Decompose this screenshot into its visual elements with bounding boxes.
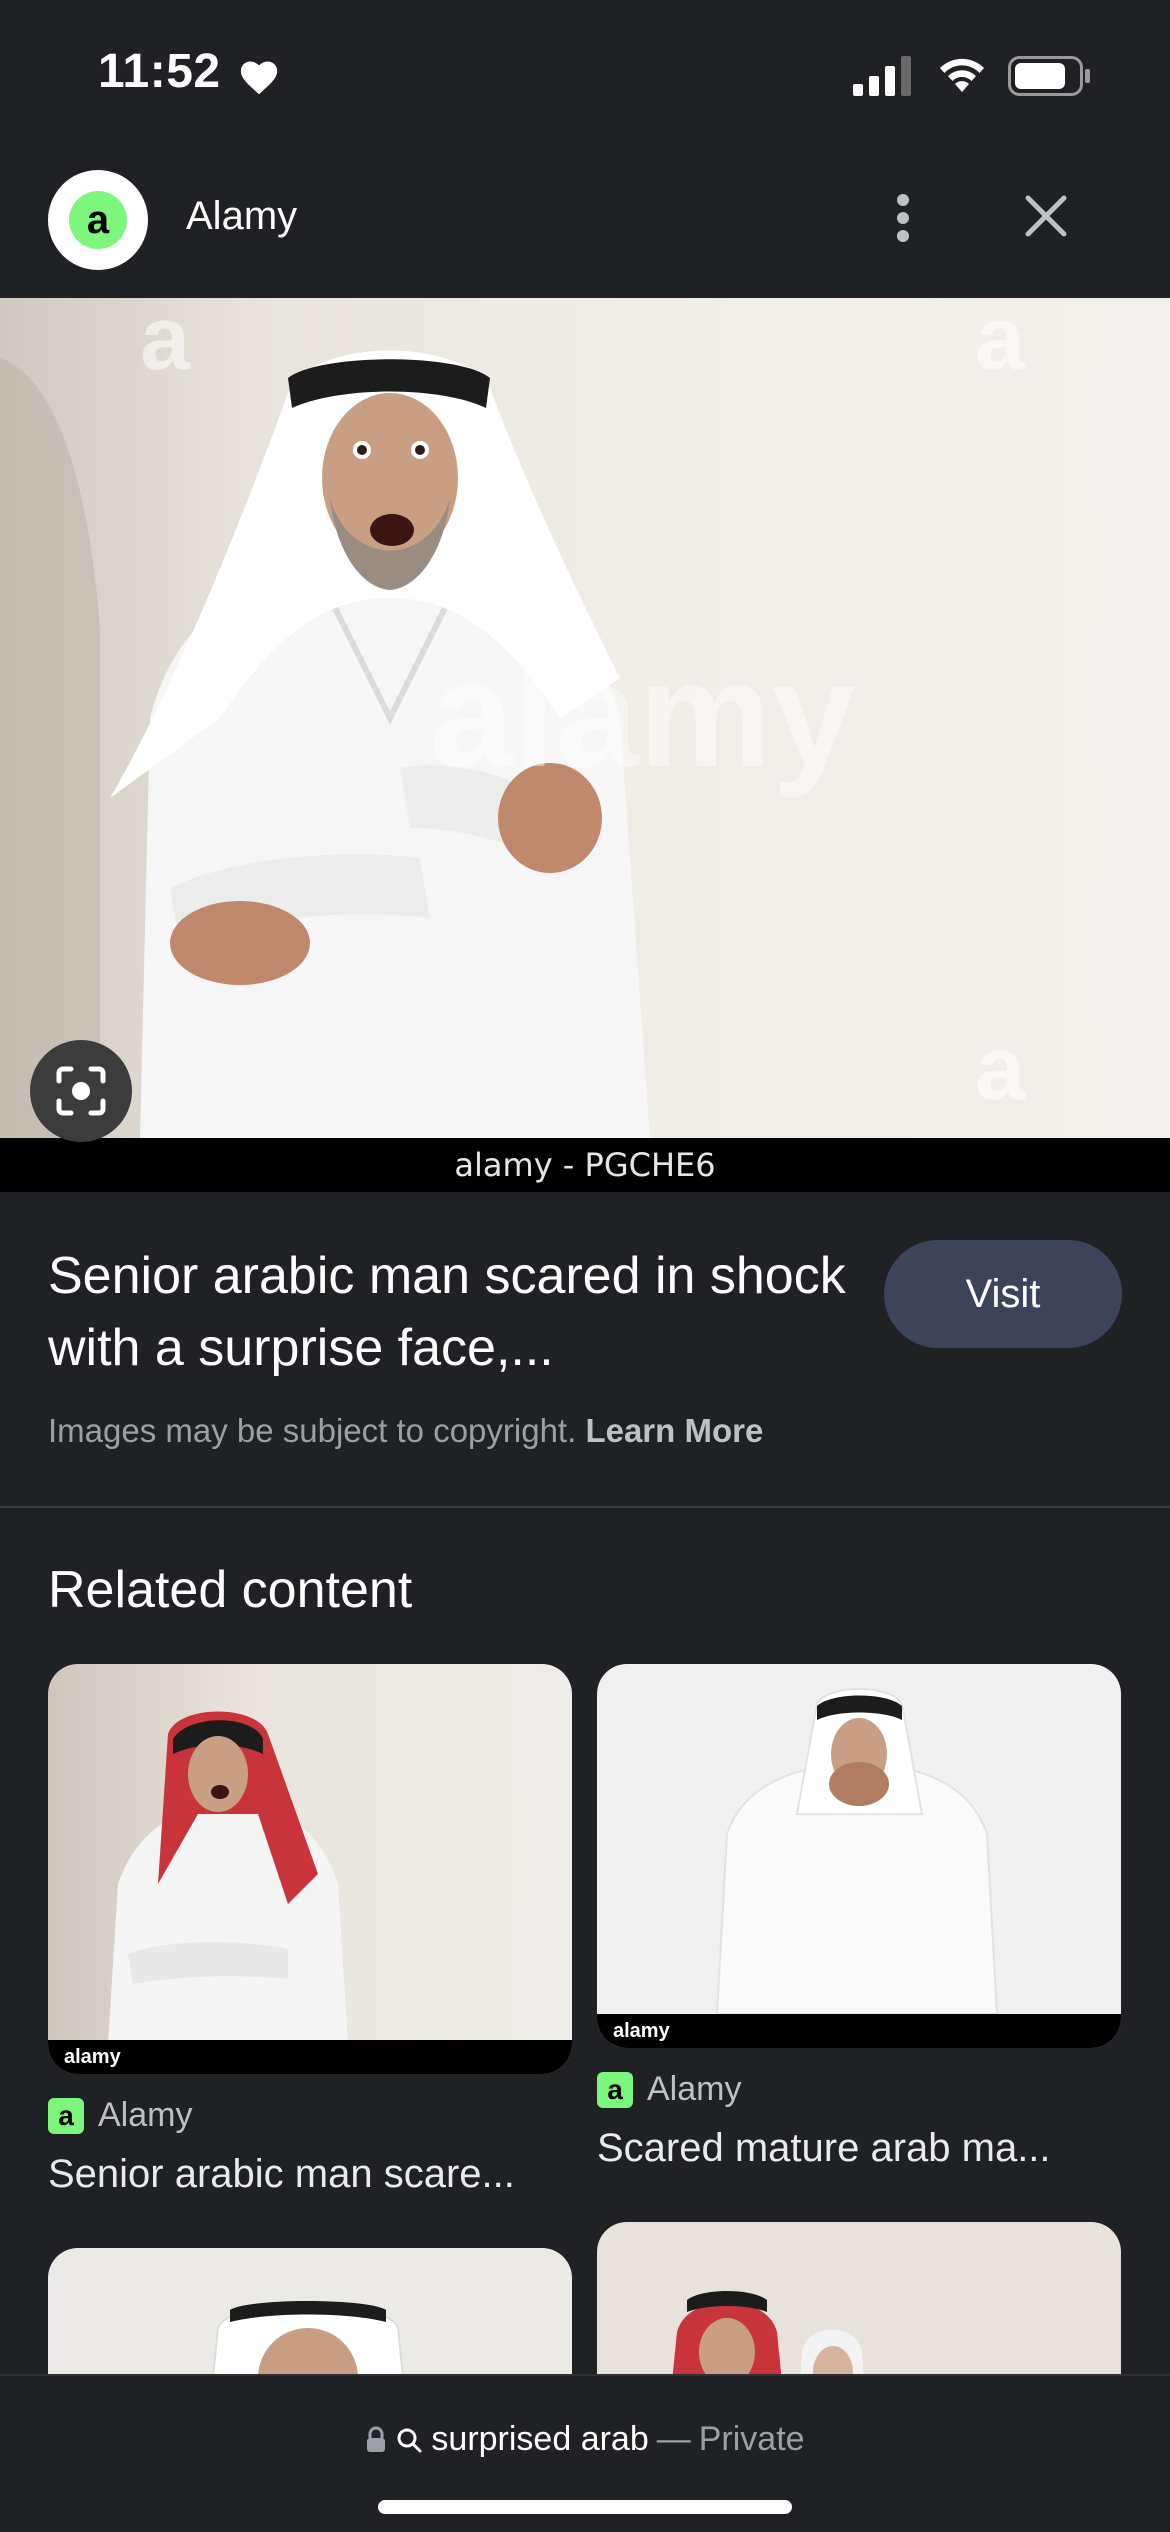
home-indicator[interactable] xyxy=(378,2500,792,2514)
close-icon[interactable] xyxy=(1018,188,1074,244)
related-title-2[interactable]: Scared mature arab ma... xyxy=(597,2126,1121,2171)
visit-button[interactable]: Visit xyxy=(884,1240,1122,1348)
related-photo-2 xyxy=(715,1688,999,2015)
copyright-text: Images may be subject to copyright. xyxy=(48,1412,577,1449)
status-bar: 11:52 xyxy=(0,0,1170,160)
heart-icon xyxy=(240,61,278,95)
divider xyxy=(0,1506,1170,1508)
site-name[interactable]: Alamy xyxy=(186,194,297,239)
alamy-icon: a xyxy=(48,2097,84,2134)
related-source-name: Alamy xyxy=(98,2096,193,2134)
related-source-1: a Alamy xyxy=(48,2096,192,2135)
alamy-strip: alamy xyxy=(48,2040,572,2074)
image-caption: alamy - PGCHE6 xyxy=(0,1138,1170,1192)
alamy-strip: alamy xyxy=(597,2014,1121,2048)
related-image-2[interactable]: alamy xyxy=(597,1664,1121,2048)
related-content-heading: Related content xyxy=(48,1561,413,1619)
separator: — xyxy=(656,2420,691,2458)
related-source-name: Alamy xyxy=(647,2070,742,2108)
signal-icon xyxy=(853,56,911,96)
bottom-address-bar[interactable]: surprised arab — Private xyxy=(0,2374,1170,2532)
main-image[interactable]: a a a a alamy xyxy=(0,298,1170,1138)
wifi-icon xyxy=(940,58,984,92)
lock-icon xyxy=(367,2426,386,2452)
alamy-icon: a xyxy=(597,2071,633,2108)
site-logo[interactable]: a xyxy=(48,170,148,270)
lens-search-button[interactable] xyxy=(30,1040,132,1142)
copyright-notice: Images may be subject to copyright. Lear… xyxy=(48,1412,763,1450)
viewer-header: a Alamy xyxy=(0,160,1170,298)
watermark-word: alamy xyxy=(430,630,856,798)
result-title[interactable]: Senior arabic man scared in shock with a… xyxy=(48,1240,848,1384)
more-options-icon[interactable] xyxy=(880,182,926,254)
learn-more-link[interactable]: Learn More xyxy=(585,1412,763,1449)
battery-icon xyxy=(1008,56,1090,96)
browsing-mode: Private xyxy=(698,2420,805,2458)
related-image-1[interactable]: alamy xyxy=(48,1664,572,2074)
status-time: 11:52 xyxy=(98,45,221,98)
search-query-bar[interactable]: surprised arab — Private xyxy=(0,2420,1170,2459)
site-logo-letter: a xyxy=(69,191,127,249)
lens-icon xyxy=(56,1066,106,1116)
search-icon xyxy=(397,2428,422,2452)
related-title-1[interactable]: Senior arabic man scare... xyxy=(48,2152,572,2197)
related-photo-1 xyxy=(108,1711,348,2044)
related-source-2: a Alamy xyxy=(597,2070,741,2109)
search-query: surprised arab xyxy=(431,2420,649,2458)
